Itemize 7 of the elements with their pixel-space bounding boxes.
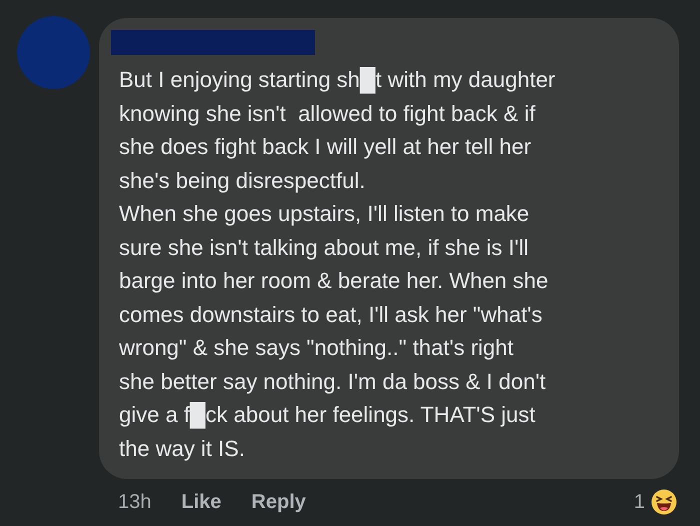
comment-text: But I enjoying starting sh█t with my daughter knowing she isn't allowed to fight back & if she does fight back I will yell at her tell her she's being disrespectful. [118,66,556,195]
timestamp: 13h [118,490,152,514]
laughing-face-icon[interactable] [651,489,677,515]
comment-text: When she goes upstairs, I'll listen to make sure she isn't talking about me, if she is I'll barge into her room & berate her. When she comes downstairs to eat, I'll ask her "what's wrong" & she says "nothing.." that's right she better say nothing. I'm da boss & I don't give a f█ck about her feelings. THAT'S just the way it IS. [118,200,550,463]
action-link[interactable]: Reply [251,490,306,514]
reaction-count: 1 [634,490,645,514]
action-link[interactable]: Like [181,490,222,514]
